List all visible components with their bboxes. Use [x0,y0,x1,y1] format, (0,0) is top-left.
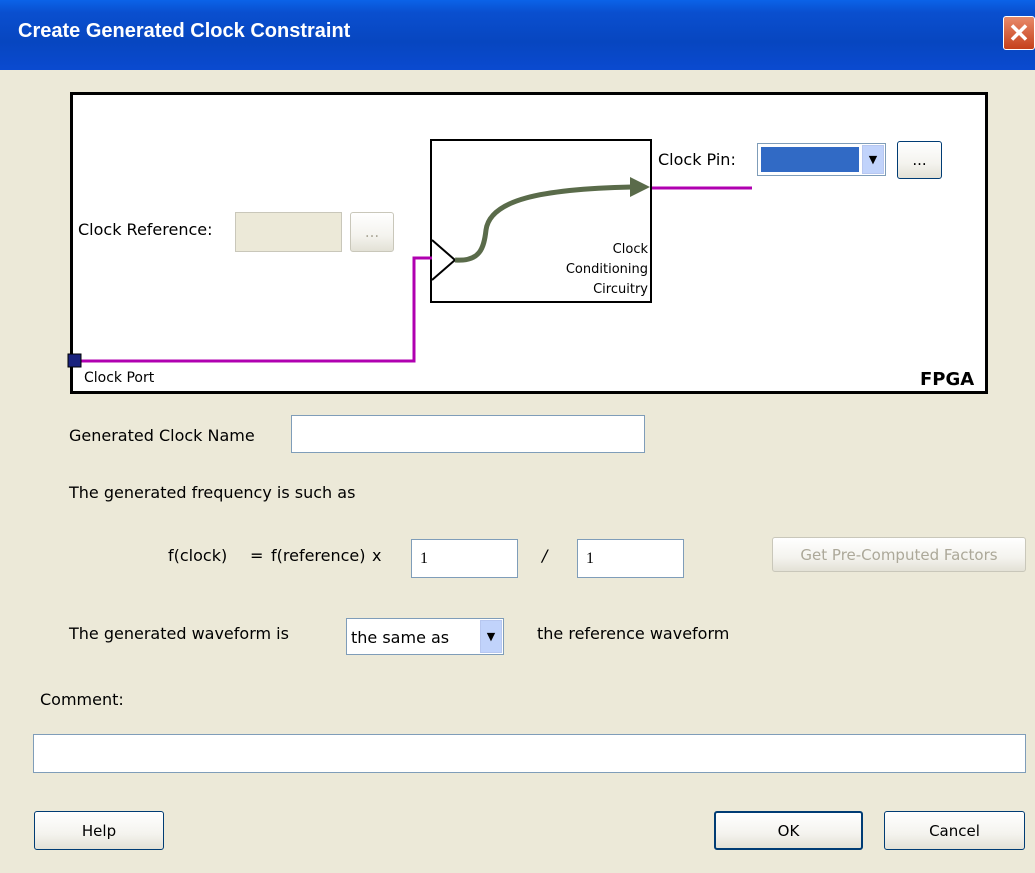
clock-pin-browse-button[interactable]: ... [897,141,942,179]
generated-clock-name-field[interactable] [291,415,645,453]
get-precomputed-factors-button[interactable]: Get Pre-Computed Factors [772,537,1026,572]
clock-reference-field[interactable] [235,212,342,252]
clock-pin-selected-highlight [761,147,859,172]
comment-field[interactable] [33,734,1026,773]
formula-clock: f(clock) [168,546,228,565]
divider-input[interactable] [578,540,683,577]
signal-arrowhead [630,177,650,197]
clock-reference-input[interactable] [236,213,341,251]
clock-reference-browse-button[interactable]: ... [350,212,394,252]
chevron-down-icon[interactable]: ▼ [480,620,502,653]
chevron-down-icon[interactable]: ▼ [862,145,884,174]
waveform-prefix: The generated waveform is [69,624,289,643]
frequency-sentence: The generated frequency is such as [69,483,356,502]
comment-label: Comment: [40,690,124,709]
ok-button[interactable]: OK [714,811,863,850]
generated-clock-name-label: Generated Clock Name [69,426,255,445]
multiplier-field[interactable] [411,539,518,578]
clock-reference-label: Clock Reference: [78,220,213,239]
clock-port-wire [76,256,432,363]
waveform-select[interactable]: the same as ▼ [346,618,504,655]
conditioning-label-line1: Clock [612,242,648,257]
clock-pin-browse-label: ... [912,151,927,169]
cancel-label: Cancel [929,821,980,840]
formula-reference: f(reference) [271,546,366,565]
multiplier-input[interactable] [412,540,517,577]
divider-field[interactable] [577,539,684,578]
clock-reference-browse-label: ... [364,223,380,241]
formula-divide: / [542,546,548,565]
ok-label: OK [777,821,800,840]
clock-pin-select[interactable]: ▼ [757,143,886,176]
signal-curve [454,184,633,263]
help-button[interactable]: Help [34,811,164,850]
conditioning-label-line3: Circuitry [593,282,648,297]
help-label: Help [81,821,117,840]
clock-port-label: Clock Port [84,370,155,386]
comment-input[interactable] [34,735,1025,772]
conditioning-label-line2: Conditioning [565,262,648,277]
formula-times: x [372,546,382,565]
formula-equals: = [250,546,264,565]
fpga-label: FPGA [920,369,975,390]
generated-clock-name-input[interactable] [292,416,644,452]
get-precomputed-factors-label: Get Pre-Computed Factors [800,545,998,564]
clock-pin-label: Clock Pin: [658,150,736,169]
clock-port-square [67,353,82,368]
waveform-suffix: the reference waveform [537,624,730,643]
waveform-select-value: the same as [351,628,450,647]
cancel-button[interactable]: Cancel [884,811,1025,850]
clock-input-triangle [431,239,457,281]
